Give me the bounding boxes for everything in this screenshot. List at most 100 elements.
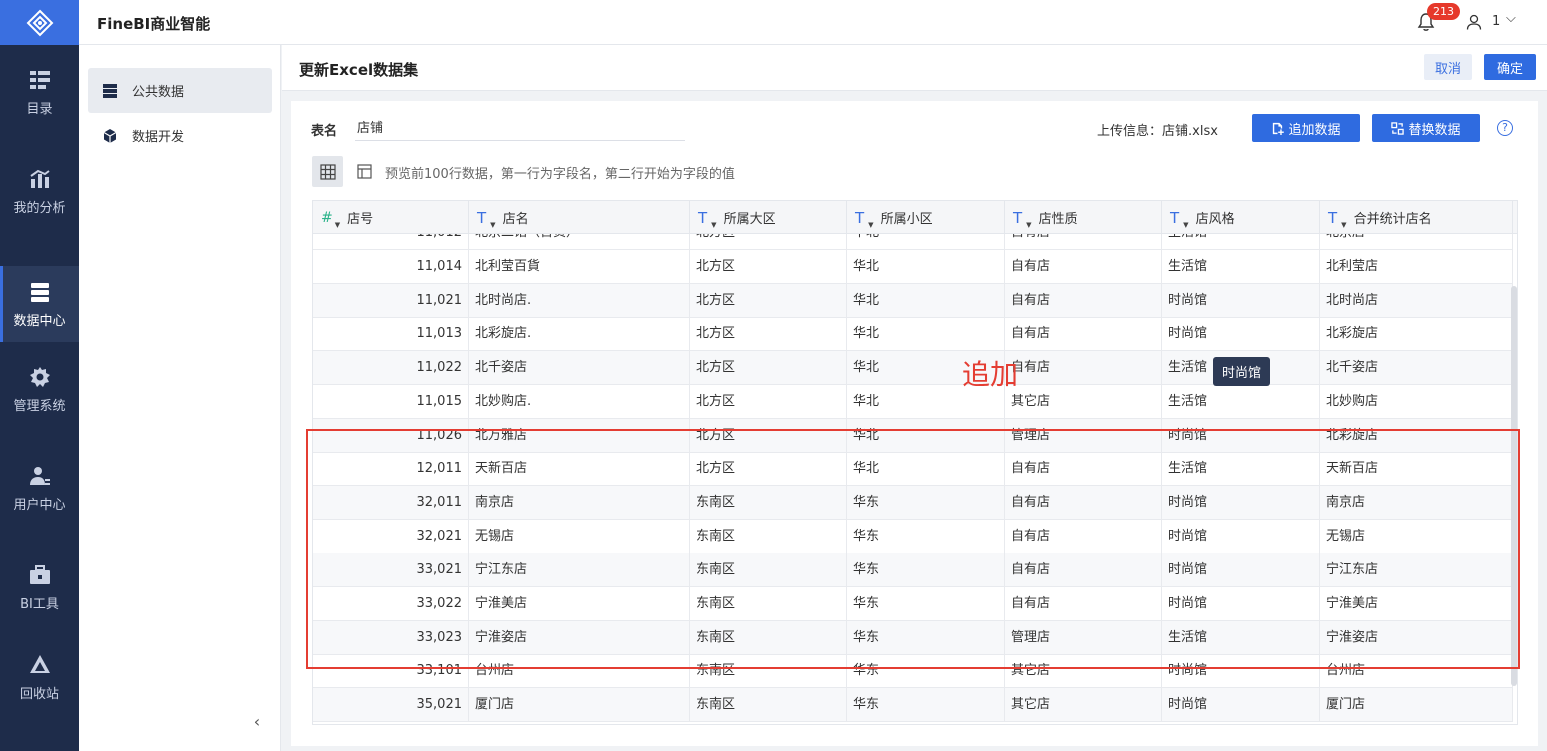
- table-cell[interactable]: 北万雅店: [469, 418, 690, 453]
- table-cell[interactable]: 华北: [847, 418, 1005, 453]
- table-cell[interactable]: 天新百店: [1320, 452, 1513, 487]
- table-cell[interactable]: 11,014: [313, 250, 469, 284]
- table-cell[interactable]: 华东: [847, 485, 1005, 520]
- sidebar-item-public-data[interactable]: 公共数据: [88, 68, 272, 113]
- text-type-icon[interactable]: T: [698, 209, 707, 227]
- table-cell[interactable]: 华东: [847, 553, 1005, 588]
- table-cell[interactable]: 北妙购店.: [469, 384, 690, 419]
- table-cell[interactable]: 南京店: [1320, 485, 1513, 520]
- column-header-3[interactable]: T ▼ 所属小区: [847, 201, 1005, 234]
- table-cell[interactable]: 南京店: [469, 485, 690, 520]
- chevron-down-icon[interactable]: ⌵: [1506, 11, 1516, 26]
- table-cell[interactable]: 北彩旋店: [1320, 418, 1513, 453]
- table-cell[interactable]: 北时尚店: [1320, 283, 1513, 318]
- table-cell[interactable]: 生活馆: [1162, 250, 1320, 284]
- table-cell[interactable]: 北方区: [690, 452, 847, 487]
- table-row[interactable]: 11,015 北妙购店. 北方区 华北 其它店 生活馆 北妙购店: [313, 384, 1513, 419]
- table-cell[interactable]: 生活馆: [1162, 234, 1320, 250]
- table-cell[interactable]: 自有店: [1005, 485, 1162, 520]
- table-cell[interactable]: 华北: [847, 250, 1005, 284]
- table-cell[interactable]: 宁江东店: [469, 553, 690, 588]
- table-row[interactable]: 11,014 北利莹百貨 北方区 华北 自有店 生活馆 北利莹店: [313, 250, 1513, 284]
- table-cell[interactable]: 北方区: [690, 418, 847, 453]
- table-cell[interactable]: 宁江东店: [1320, 553, 1513, 588]
- text-type-icon[interactable]: T: [1013, 209, 1022, 227]
- table-cell[interactable]: 自有店: [1005, 283, 1162, 318]
- grid-view-button[interactable]: [312, 156, 343, 187]
- table-cell[interactable]: 北方区: [690, 351, 847, 386]
- table-cell[interactable]: 12,011: [313, 452, 469, 487]
- caret-down-icon[interactable]: ▼: [335, 221, 340, 229]
- table-cell[interactable]: 11,013: [313, 317, 469, 352]
- rail-item-data-center[interactable]: 数据中心: [0, 266, 79, 342]
- table-cell[interactable]: 32,021: [313, 519, 469, 554]
- table-row[interactable]: 33,101 台州店 东南区 华东 其它店 时尚馆 台州店: [313, 654, 1513, 689]
- table-cell[interactable]: 北京店: [1320, 234, 1513, 250]
- caret-down-icon[interactable]: ▼: [711, 221, 716, 229]
- table-cell[interactable]: 华东: [847, 519, 1005, 554]
- table-row[interactable]: 33,021 宁江东店 东南区 华东 自有店 时尚馆 宁江东店: [313, 553, 1513, 588]
- table-cell[interactable]: 华北: [847, 452, 1005, 487]
- table-row[interactable]: 32,021 无锡店 东南区 华东 自有店 时尚馆 无锡店: [313, 519, 1513, 554]
- user-name[interactable]: 1: [1492, 14, 1500, 29]
- caret-down-icon[interactable]: ▼: [868, 221, 873, 229]
- table-cell[interactable]: 北方区: [690, 317, 847, 352]
- table-cell[interactable]: 华东: [847, 587, 1005, 621]
- sidebar-item-data-dev[interactable]: 数据开发: [88, 113, 272, 158]
- table-cell[interactable]: 宁淮姿店: [469, 620, 690, 655]
- table-view-icon[interactable]: [357, 164, 372, 179]
- table-row[interactable]: 11,021 北时尚店. 北方区 华北 自有店 时尚馆 北时尚店: [313, 283, 1513, 318]
- text-type-icon[interactable]: T: [855, 209, 864, 227]
- table-cell[interactable]: 时尚馆: [1162, 283, 1320, 318]
- table-cell[interactable]: 华北: [847, 317, 1005, 352]
- table-cell[interactable]: 华北: [847, 283, 1005, 318]
- column-header-6[interactable]: T ▼ 合并统计店名: [1320, 201, 1513, 234]
- table-cell[interactable]: 自有店: [1005, 351, 1162, 386]
- table-cell[interactable]: 35,021: [313, 688, 469, 723]
- app-logo[interactable]: [0, 0, 79, 45]
- table-cell[interactable]: 无锡店: [1320, 519, 1513, 554]
- table-cell[interactable]: 管理店: [1005, 418, 1162, 453]
- table-cell[interactable]: 东南区: [690, 587, 847, 621]
- table-row[interactable]: 32,011 南京店 东南区 华东 自有店 时尚馆 南京店: [313, 485, 1513, 520]
- table-cell[interactable]: 其它店: [1005, 384, 1162, 419]
- help-icon[interactable]: ?: [1497, 120, 1513, 136]
- table-cell[interactable]: 时尚馆: [1162, 485, 1320, 520]
- table-scrollbar[interactable]: [1511, 286, 1517, 686]
- column-header-4[interactable]: T ▼ 店性质: [1005, 201, 1162, 234]
- column-header-0[interactable]: # ▼ 店号: [313, 201, 469, 234]
- collapse-sidebar-icon[interactable]: ‹: [248, 710, 266, 732]
- table-cell[interactable]: 台州店: [1320, 654, 1513, 689]
- table-cell[interactable]: 东南区: [690, 620, 847, 655]
- table-cell[interactable]: 11,022: [313, 351, 469, 386]
- rail-item-my-analysis[interactable]: 我的分析: [0, 153, 79, 229]
- table-cell[interactable]: 管理店: [1005, 620, 1162, 655]
- table-cell[interactable]: 天新百店: [469, 452, 690, 487]
- table-row[interactable]: 11,026 北万雅店 北方区 华北 管理店 时尚馆 北彩旋店: [313, 418, 1513, 453]
- table-cell[interactable]: 自有店: [1005, 234, 1162, 250]
- table-cell[interactable]: 北彩旋店: [1320, 317, 1513, 352]
- table-body[interactable]: 11,012北京二馆（百货）北方区华北自有店生活馆北京店11,014北利莹百貨北…: [313, 234, 1517, 724]
- table-cell[interactable]: 华东: [847, 654, 1005, 689]
- table-cell[interactable]: 时尚馆: [1162, 317, 1320, 352]
- table-cell[interactable]: 时尚馆: [1162, 553, 1320, 588]
- caret-down-icon[interactable]: ▼: [1183, 221, 1188, 229]
- user-icon[interactable]: [1466, 14, 1482, 30]
- table-cell[interactable]: 北方区: [690, 234, 847, 250]
- table-cell[interactable]: 自有店: [1005, 553, 1162, 588]
- table-cell[interactable]: 东南区: [690, 553, 847, 588]
- caret-down-icon[interactable]: ▼: [1341, 221, 1346, 229]
- table-row[interactable]: 33,022 宁淮美店 东南区 华东 自有店 时尚馆 宁淮美店: [313, 587, 1513, 621]
- table-cell[interactable]: 北利莹店: [1320, 250, 1513, 284]
- table-cell[interactable]: 11,026: [313, 418, 469, 453]
- caret-down-icon[interactable]: ▼: [490, 221, 495, 229]
- table-cell[interactable]: 东南区: [690, 485, 847, 520]
- table-cell[interactable]: 时尚馆: [1162, 654, 1320, 689]
- table-cell[interactable]: 宁淮美店: [469, 587, 690, 621]
- rail-item-recycle[interactable]: 回收站: [0, 639, 79, 715]
- table-cell[interactable]: 东南区: [690, 654, 847, 689]
- table-cell[interactable]: 自有店: [1005, 317, 1162, 352]
- table-cell[interactable]: 自有店: [1005, 519, 1162, 554]
- table-cell[interactable]: 北千姿店: [1320, 351, 1513, 386]
- table-cell[interactable]: 时尚馆: [1162, 688, 1320, 723]
